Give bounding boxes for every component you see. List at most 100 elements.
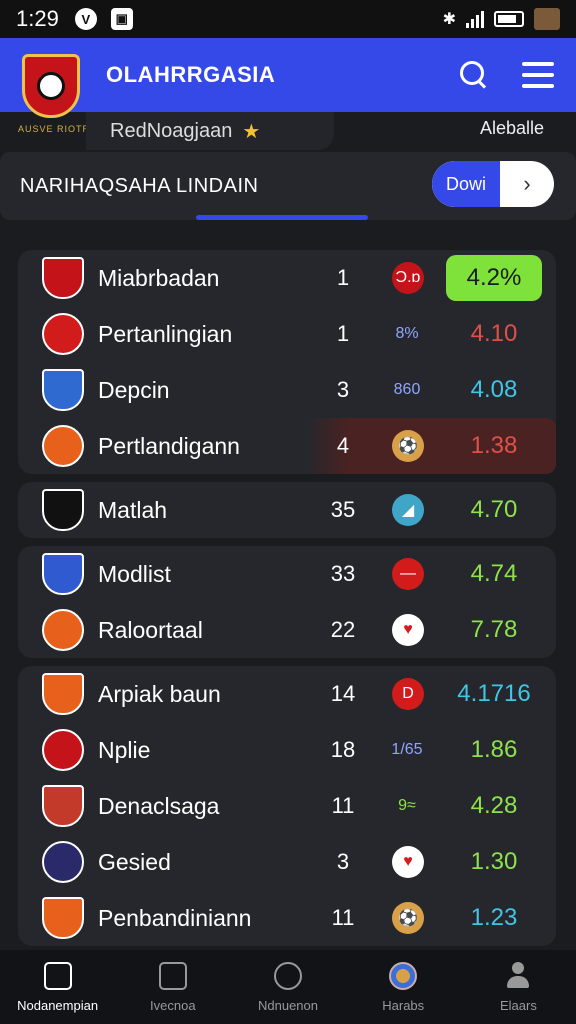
bottom-nav: Nodanempian Ivecnoa Ndnuenon Harabs Elaars [0, 950, 576, 1024]
team-badge-icon: ⚽ [392, 902, 424, 934]
nav-label: Elaars [499, 998, 537, 1013]
team-number: 35 [330, 497, 356, 522]
standings-list: Miabrbadan 1 Ɔ.ɒ 4.2% Pertanlingian 1 8% 4.10 De… [18, 250, 556, 954]
team-badge-icon: — [392, 558, 424, 590]
team-logo-icon [42, 785, 84, 827]
search-icon[interactable] [458, 59, 490, 91]
club-crest-logo[interactable] [22, 54, 80, 118]
team-logo-icon [42, 729, 84, 771]
team-name: Pertlandigann [98, 432, 240, 459]
team-logo-icon [42, 313, 84, 355]
team-group: Modlist 33 — 4.74 Raloortaal 22 ♥ 7.78 [18, 546, 556, 658]
nav-item-1[interactable]: Nodanempian [0, 950, 115, 1024]
vpn-icon: V [74, 8, 97, 30]
team-row[interactable]: Matlah 35 ◢ 4.70 [18, 482, 556, 538]
team-number: 33 [330, 561, 356, 586]
team-number: 1 [336, 265, 350, 290]
team-row[interactable]: Denaclsaga 11 9≈ 4.28 [18, 778, 556, 834]
section-button-label: Dowi [432, 161, 500, 207]
team-badge-icon: ⚽ [392, 430, 424, 462]
team-value: 1.86 [470, 736, 518, 763]
team-logo-icon [42, 489, 84, 531]
team-badge-icon: 1/65 [391, 741, 423, 758]
sub-right-label[interactable]: Aleballe [480, 118, 544, 139]
sub-header: AUSVE RIOTREB RedNoagjaan ★ Aleballe [0, 112, 576, 152]
nav-label: Ndnuenon [258, 998, 318, 1013]
chevron-right-icon: › [523, 171, 531, 196]
team-name: Denaclsaga [98, 792, 220, 819]
team-row[interactable]: Penbandiniann 11 ⚽ 1.23 [18, 890, 556, 946]
nav-item-3[interactable]: Ndnuenon [230, 950, 345, 1024]
team-badge-icon: 860 [393, 381, 421, 398]
team-value: 4.08 [470, 376, 518, 403]
team-number: 4 [336, 433, 350, 458]
section-bar: NARIHAQSAHA LINDAIN Dowi › [0, 152, 576, 220]
star-icon[interactable]: ★ [242, 119, 260, 144]
team-group: Miabrbadan 1 Ɔ.ɒ 4.2% Pertanlingian 1 8% 4.10 De… [18, 250, 556, 474]
favorite-team-pill[interactable]: RedNoagjaan ★ [86, 112, 334, 150]
nav-item-2[interactable]: Ivecnoa [115, 950, 230, 1024]
avatar-icon [534, 8, 560, 30]
team-row[interactable]: Nplie 18 1/65 1.86 [18, 722, 556, 778]
team-value: 7.78 [470, 616, 518, 643]
menu-icon[interactable] [522, 62, 554, 88]
bluetooth-icon: ✱ [442, 11, 456, 28]
team-badge-icon: 9≈ [398, 797, 416, 814]
team-value: 1.23 [470, 904, 518, 931]
team-group: Arpiak baun 14 D 4.1716 Nplie 18 1/65 1.86 Denac… [18, 666, 556, 946]
team-group: Matlah 35 ◢ 4.70 [18, 482, 556, 538]
team-badge-icon: D [392, 678, 424, 710]
team-name: Depcin [98, 376, 170, 403]
team-value: 4.10 [470, 320, 518, 347]
team-logo-icon [42, 425, 84, 467]
favorite-team-label: RedNoagjaan [110, 119, 233, 142]
home-icon [43, 962, 72, 990]
team-name: Gesied [98, 848, 171, 875]
team-row[interactable]: Miabrbadan 1 Ɔ.ɒ 4.2% [18, 250, 556, 306]
team-badge-icon: ♥ [392, 614, 424, 646]
team-value: 1.30 [470, 848, 518, 875]
team-logo-icon [42, 369, 84, 411]
nav-label: Harabs [382, 998, 425, 1013]
status-time: 1:29 [16, 6, 59, 31]
team-badge-icon: ♥ [392, 846, 424, 878]
team-badge-icon: 8% [395, 325, 419, 342]
nav-item-5[interactable]: Elaars [461, 950, 576, 1024]
team-row[interactable]: Pertanlingian 1 8% 4.10 [18, 306, 556, 362]
notification-app-icon: ▣ [110, 8, 133, 30]
team-name: Raloortaal [98, 616, 203, 643]
team-logo-icon [42, 897, 84, 939]
team-logo-icon [42, 553, 84, 595]
team-row[interactable]: Raloortaal 22 ♥ 7.78 [18, 602, 556, 658]
team-number: 11 [331, 905, 355, 930]
book-icon [158, 962, 187, 990]
section-toggle-button[interactable]: Dowi › [432, 161, 554, 207]
team-value: 4.74 [470, 560, 518, 587]
team-row[interactable]: Gesied 3 ♥ 1.30 [18, 834, 556, 890]
team-name: Arpiak baun [98, 680, 221, 707]
team-logo-icon [42, 673, 84, 715]
team-value: 4.1716 [457, 680, 531, 707]
team-name: Penbandiniann [98, 904, 252, 931]
nav-label: Ivecnoa [150, 998, 196, 1013]
team-row[interactable]: Depcin 3 860 4.08 [18, 362, 556, 418]
team-badge-icon: Ɔ.ɒ [392, 262, 424, 294]
team-row[interactable]: Arpiak baun 14 D 4.1716 [18, 666, 556, 722]
team-value: 4.70 [470, 496, 518, 523]
team-row[interactable]: Pertlandigann 4 ⚽ 1.38 [18, 418, 556, 474]
team-number: 1 [336, 321, 350, 346]
team-value: 4.2% [446, 255, 542, 301]
signal-icon [466, 10, 484, 28]
ball-icon [389, 962, 418, 990]
team-number: 11 [331, 793, 355, 818]
search-icon [274, 962, 302, 990]
section-title: NARIHAQSAHA LINDAIN [20, 174, 259, 197]
team-row[interactable]: Modlist 33 — 4.74 [18, 546, 556, 602]
nav-item-4[interactable]: Harabs [346, 950, 461, 1024]
team-name: Modlist [98, 560, 171, 587]
team-value: 1.38 [470, 432, 518, 459]
tab-indicator [196, 215, 368, 220]
team-number: 3 [336, 849, 350, 874]
team-logo-icon [42, 257, 84, 299]
team-value: 4.28 [470, 792, 518, 819]
